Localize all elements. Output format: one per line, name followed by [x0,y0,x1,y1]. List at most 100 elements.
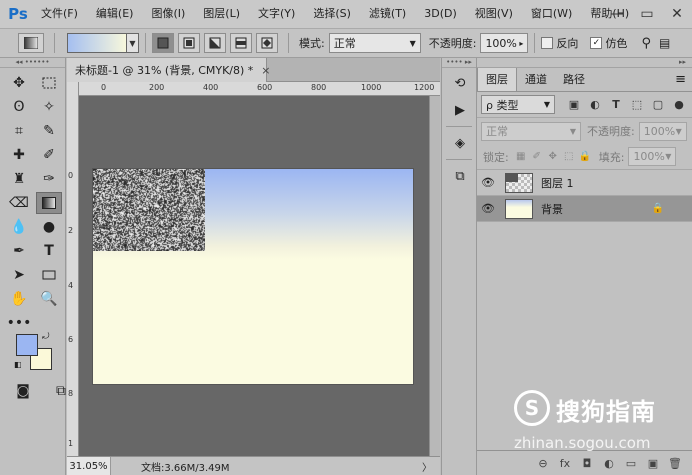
brush-tool-icon[interactable]: ✐ [36,144,62,166]
eyedropper-tool-icon[interactable]: ✎ [36,120,62,142]
reflected-gradient-button[interactable] [230,33,252,53]
document-canvas[interactable] [93,169,413,384]
gradient-picker[interactable] [67,33,127,53]
properties-panel-icon[interactable]: ⧉ [446,164,474,188]
document-tab[interactable]: 未标题-1 @ 31% (背景, CMYK/8) * × [67,58,271,82]
menu-bar: Ps 文件(F) 编辑(E) 图像(I) 图层(L) 文字(Y) 选择(S) 滤… [0,0,692,28]
type-filter-icon[interactable]: T [607,96,625,114]
magic-wand-tool-icon[interactable]: ✧ [36,96,62,118]
marquee-tool-icon[interactable] [36,72,62,94]
menu-filter[interactable]: 滤镜(T) [360,0,415,28]
eraser-tool-icon[interactable]: ⌫ [6,192,32,214]
history-panel-icon[interactable]: ⟲ [446,71,474,95]
close-icon[interactable]: × [261,64,270,77]
fill-field[interactable]: 100% ▼ [628,147,677,166]
panel-grip[interactable]: •••• ▸▸ [442,58,476,68]
mode-select[interactable]: 正常 ▼ [328,33,421,53]
blend-mode-select[interactable]: 正常 ▼ [481,121,581,141]
menu-window[interactable]: 窗口(W) [522,0,581,28]
angle-gradient-button[interactable] [204,33,226,53]
chevron-down-icon[interactable]: ▼ [127,33,139,53]
blur-tool-icon[interactable]: 💧 [6,216,32,238]
swap-colors-icon[interactable]: ⤾ [42,332,50,342]
pen-tool-icon[interactable]: ✒ [6,240,32,262]
vertical-scrollbar[interactable] [429,96,440,456]
menu-view[interactable]: 视图(V) [466,0,522,28]
lock-artboard-icon[interactable]: ⬚ [561,149,577,165]
vertical-ruler[interactable]: 0 2 4 6 8 1 [67,82,79,456]
path-selection-tool-icon[interactable]: ➤ [6,264,32,286]
mode-value: 正常 [333,37,356,50]
chevron-right-icon[interactable]: 〉 [422,459,432,474]
layer-thumbnail [505,172,533,193]
restore-button[interactable]: ▭ [632,0,662,28]
3d-panel-icon[interactable]: ◈ [446,131,474,155]
menu-select[interactable]: 选择(S) [304,0,360,28]
dodge-tool-icon[interactable]: ● [36,216,62,238]
dock-separator [446,159,472,160]
lock-all-icon[interactable]: 🔒 [577,149,593,165]
hand-tool-icon[interactable]: ✋ [6,288,32,310]
lock-image-icon[interactable]: ✐ [529,149,545,165]
pixel-filter-icon[interactable]: ▣ [565,96,583,114]
foreground-color-swatch[interactable] [16,334,38,356]
panel-menu-icon[interactable]: ≡ [675,68,686,92]
menu-3d[interactable]: 3D(D) [415,0,466,28]
panel-grip[interactable]: ◂◂ •••••• [0,58,65,68]
chevron-down-icon: ▼ [569,126,576,136]
tab-channels[interactable]: 通道 [517,68,555,91]
layer-thumbnail [505,198,533,219]
menu-type[interactable]: 文字(Y) [249,0,304,28]
search-icon[interactable]: ⚲ [641,36,651,51]
actions-panel-icon[interactable]: ▶ [446,98,474,122]
minimize-button[interactable]: — [602,0,632,28]
tab-paths[interactable]: 路径 [555,68,593,91]
radial-gradient-button[interactable] [178,33,200,53]
type-tool-icon[interactable]: T [36,240,62,262]
menu-edit[interactable]: 编辑(E) [87,0,143,28]
eye-icon[interactable]: 👁 [477,176,499,189]
filter-toggle-icon[interactable]: ● [670,96,688,114]
eye-icon[interactable]: 👁 [477,202,499,215]
horizontal-ruler[interactable]: 0 200 400 600 800 1000 1200 [79,82,440,96]
options-separator [288,33,289,53]
default-colors-icon[interactable]: ◧ [14,360,22,369]
more-tools-icon[interactable]: ••• [6,312,32,334]
dither-checkbox[interactable]: ✓ [590,37,603,49]
collapsed-panel-dock: •••• ▸▸ ⟲ ▶ ◈ ⧉ [441,58,477,475]
lock-transparent-icon[interactable]: ▦ [513,149,529,165]
menu-file[interactable]: 文件(F) [32,0,87,28]
gradient-tool-icon[interactable] [36,192,62,214]
rectangle-tool-icon[interactable] [36,264,62,286]
zoom-tool-icon[interactable]: 🔍 [36,288,62,310]
watermark-url: zhinan.sogou.com [514,434,651,452]
reverse-checkbox[interactable] [541,37,554,49]
healing-brush-tool-icon[interactable]: ✚ [6,144,32,166]
diamond-gradient-button[interactable] [256,33,278,53]
panel-grip[interactable]: ▸▸ [477,58,692,68]
quick-mask-icon[interactable]: ◙ [10,380,36,402]
shape-filter-icon[interactable]: ⬚ [628,96,646,114]
layer-opacity-field[interactable]: 100% ▼ [638,121,687,141]
history-brush-tool-icon[interactable]: ✑ [36,168,62,190]
linear-gradient-button[interactable] [152,33,174,53]
move-tool-icon[interactable]: ✥ [6,72,32,94]
smart-object-filter-icon[interactable]: ▢ [649,96,667,114]
lock-position-icon[interactable]: ✥ [545,149,561,165]
ruler-tick-label: 800 [311,83,327,92]
clone-stamp-tool-icon[interactable]: ♜ [6,168,32,190]
zoom-field[interactable]: 31.05% [67,457,111,475]
close-button[interactable]: ✕ [662,0,692,28]
adjustment-filter-icon[interactable]: ◐ [586,96,604,114]
layer-filter-select[interactable]: ρ 类型 ▼ [481,95,555,114]
tab-layers[interactable]: 图层 [477,68,517,91]
layer-row[interactable]: 👁 背景 🔒 [477,196,692,222]
lasso-tool-icon[interactable]: ʘ [6,96,32,118]
layer-row[interactable]: 👁 图层 1 [477,170,692,196]
crop-tool-icon[interactable]: ⌗ [6,120,32,142]
workspace-icon[interactable]: ▤ [659,36,670,50]
menu-image[interactable]: 图像(I) [142,0,194,28]
menu-layer[interactable]: 图层(L) [194,0,249,28]
tool-preset-picker[interactable] [18,33,44,53]
opacity-field[interactable]: 100% ▸ [480,33,529,53]
